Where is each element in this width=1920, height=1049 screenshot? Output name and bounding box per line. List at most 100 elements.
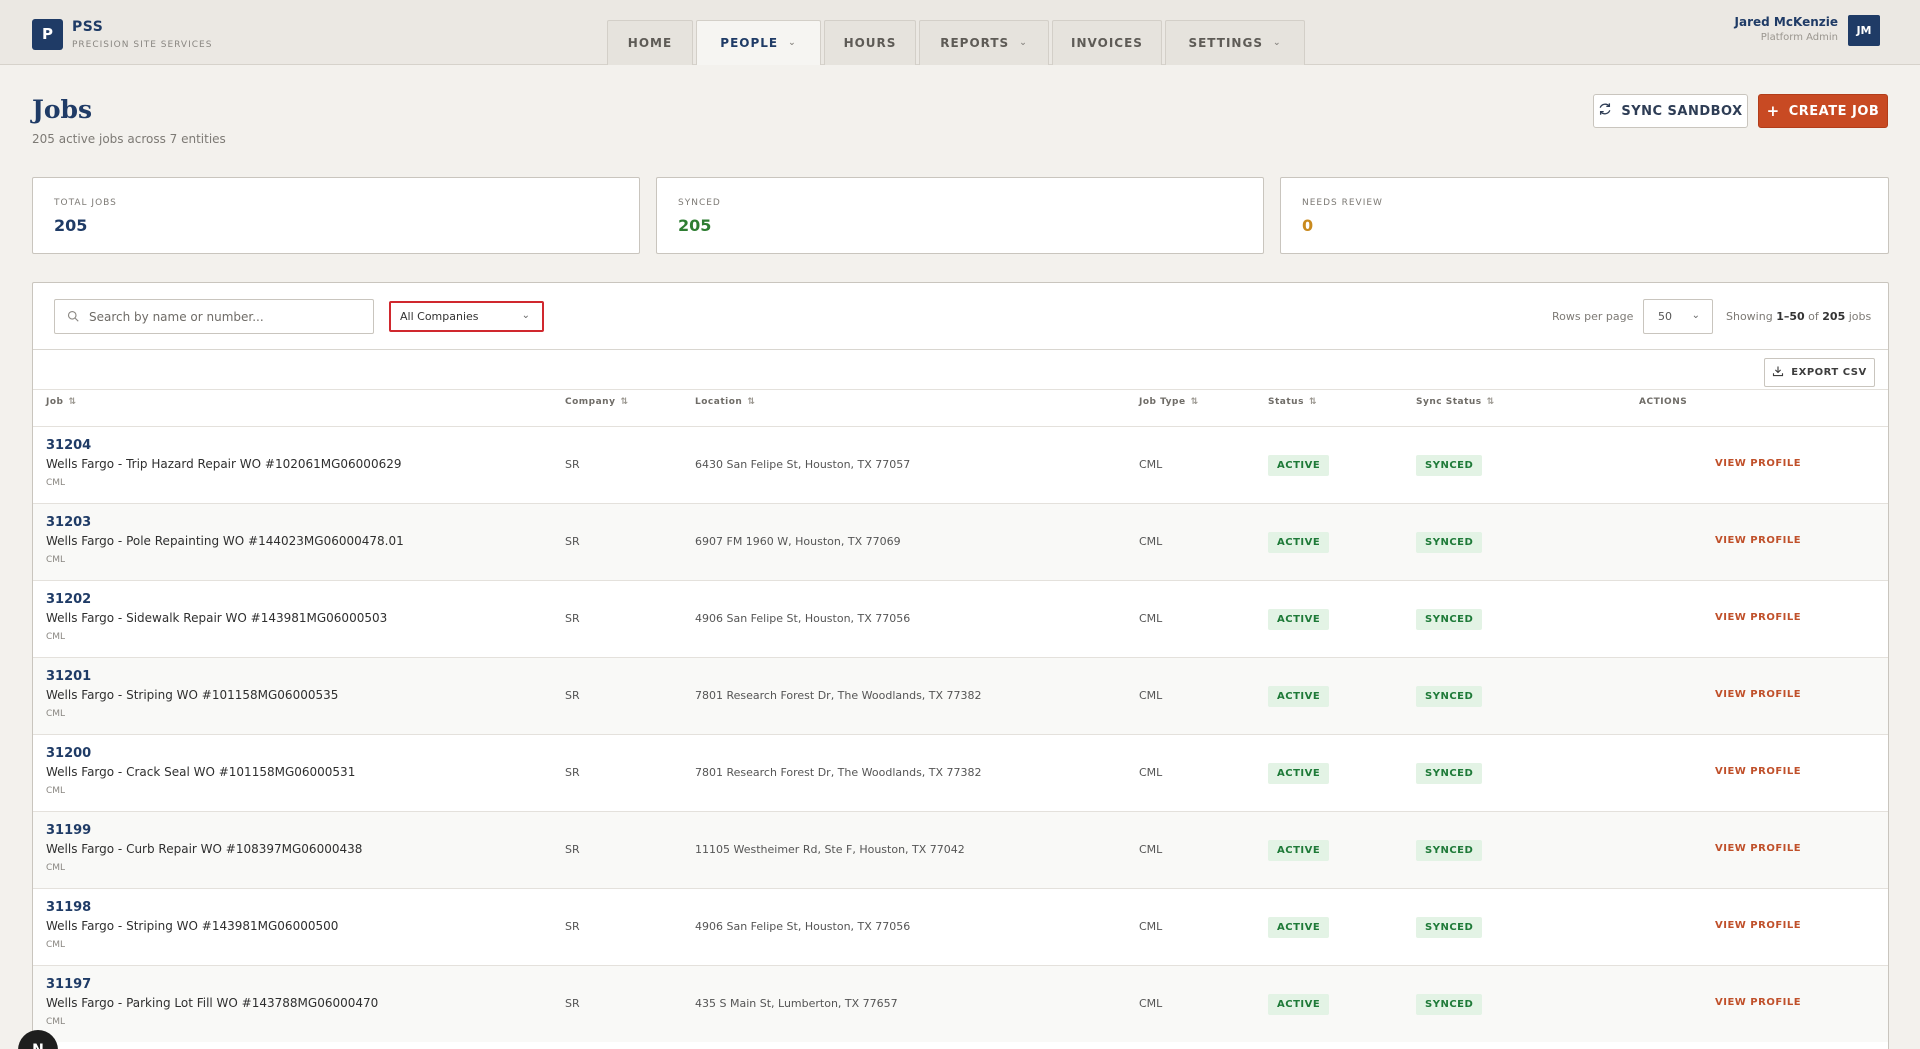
job-number[interactable]: 31199 (46, 823, 91, 838)
table-row[interactable]: 31197 Wells Fargo - Parking Lot Fill WO … (33, 965, 1888, 1042)
job-name: Wells Fargo - Pole Repainting WO #144023… (46, 534, 404, 548)
stat-card-total-jobs: TOTAL JOBS 205 (32, 177, 640, 254)
status-badge: ACTIVE (1268, 840, 1330, 861)
column-header-location[interactable]: Location ⇅ (695, 397, 755, 407)
column-header-company[interactable]: Company ⇅ (565, 397, 629, 407)
jobs-table-body: 31204 Wells Fargo - Trip Hazard Repair W… (33, 426, 1888, 1042)
column-header-label: Location (695, 397, 743, 407)
column-header-status[interactable]: Status ⇅ (1268, 397, 1317, 407)
export-csv-button[interactable]: EXPORT CSV (1764, 358, 1875, 387)
stat-value: 0 (1302, 216, 1314, 235)
job-name: Wells Fargo - Striping WO #101158MG06000… (46, 688, 339, 702)
stat-label: SYNCED (678, 198, 721, 208)
showing-range: 1–50 (1776, 310, 1805, 323)
job-number[interactable]: 31203 (46, 515, 91, 530)
job-type-cell: CML (1139, 535, 1163, 548)
job-type-cell: CML (1139, 766, 1163, 779)
nav-tab-label: INVOICES (1071, 36, 1143, 50)
job-number[interactable]: 31198 (46, 900, 91, 915)
job-name: Wells Fargo - Trip Hazard Repair WO #102… (46, 457, 402, 471)
chevron-down-icon: ⌄ (1691, 310, 1700, 321)
jobs-table-panel: All Companies ⌄ Rows per page 50 ⌄ Showi… (32, 282, 1889, 1049)
job-number[interactable]: 31202 (46, 592, 91, 607)
create-job-button[interactable]: + CREATE JOB (1758, 94, 1888, 128)
rows-per-page-value: 50 (1658, 310, 1672, 323)
view-profile-link[interactable]: VIEW PROFILE (1715, 612, 1801, 623)
pagination-summary: Showing 1–50 of 205 jobs (1726, 310, 1871, 323)
status-badge: ACTIVE (1268, 763, 1330, 784)
job-number[interactable]: 31197 (46, 977, 91, 992)
column-header-label: Company (565, 397, 616, 407)
sort-icon: ⇅ (747, 397, 756, 407)
nav-tab-home[interactable]: HOME (607, 20, 693, 65)
logo[interactable]: P (32, 19, 63, 50)
location-cell: 4906 San Felipe St, Houston, TX 77056 (695, 612, 911, 625)
table-row[interactable]: 31200 Wells Fargo - Crack Seal WO #10115… (33, 734, 1888, 811)
view-profile-link[interactable]: VIEW PROFILE (1715, 689, 1801, 700)
nav-tab-settings[interactable]: SETTINGS ⌄ (1165, 20, 1305, 65)
main-nav: HOME PEOPLE ⌄ HOURS REPORTS ⌄ INVOICES S… (607, 20, 1308, 65)
column-header-job-type[interactable]: Job Type ⇅ (1139, 397, 1199, 407)
location-cell: 6907 FM 1960 W, Houston, TX 77069 (695, 535, 901, 548)
search-input[interactable] (89, 309, 359, 324)
nav-tab-reports[interactable]: REPORTS ⌄ (919, 20, 1049, 65)
nav-tab-label: HOURS (843, 36, 897, 50)
company-cell: SR (565, 920, 580, 933)
view-profile-link[interactable]: VIEW PROFILE (1715, 997, 1801, 1008)
column-header-label: Job Type (1139, 397, 1186, 407)
location-cell: 7801 Research Forest Dr, The Woodlands, … (695, 766, 982, 779)
sort-icon: ⇅ (1486, 397, 1495, 407)
page-subtitle: 205 active jobs across 7 entities (32, 132, 226, 146)
view-profile-link[interactable]: VIEW PROFILE (1715, 766, 1801, 777)
sort-icon: ⇅ (1190, 397, 1199, 407)
table-row[interactable]: 31203 Wells Fargo - Pole Repainting WO #… (33, 503, 1888, 580)
view-profile-link[interactable]: VIEW PROFILE (1715, 920, 1801, 931)
search-icon (67, 307, 79, 326)
table-row[interactable]: 31202 Wells Fargo - Sidewalk Repair WO #… (33, 580, 1888, 657)
column-header-label: Sync Status (1416, 397, 1482, 407)
job-number[interactable]: 31201 (46, 669, 91, 684)
company-cell: SR (565, 535, 580, 548)
location-cell: 6430 San Felipe St, Houston, TX 77057 (695, 458, 911, 471)
table-row[interactable]: 31204 Wells Fargo - Trip Hazard Repair W… (33, 426, 1888, 503)
user-name[interactable]: Jared McKenzie (1735, 15, 1838, 29)
stat-value: 205 (54, 216, 88, 235)
brand-subtitle: PRECISION SITE SERVICES (72, 40, 213, 50)
avatar[interactable]: JM (1848, 15, 1880, 46)
table-row[interactable]: 31201 Wells Fargo - Striping WO #101158M… (33, 657, 1888, 734)
job-number[interactable]: 31204 (46, 438, 91, 453)
search-box[interactable] (54, 299, 374, 334)
export-csv-label: EXPORT CSV (1791, 367, 1867, 378)
job-type-cell: CML (1139, 920, 1163, 933)
nav-tab-people[interactable]: PEOPLE ⌄ (696, 20, 821, 65)
sync-sandbox-label: SYNC SANDBOX (1621, 103, 1743, 119)
job-type-tag: CML (46, 478, 66, 488)
download-icon (1772, 365, 1784, 380)
column-header-job[interactable]: Job ⇅ (46, 397, 77, 407)
table-row[interactable]: 31199 Wells Fargo - Curb Repair WO #1083… (33, 811, 1888, 888)
rows-per-page-select[interactable]: 50 ⌄ (1643, 299, 1713, 334)
sync-status-badge: SYNCED (1416, 532, 1483, 553)
nav-tab-invoices[interactable]: INVOICES (1052, 20, 1162, 65)
column-header-sync-status[interactable]: Sync Status ⇅ (1416, 397, 1495, 407)
sync-status-badge: SYNCED (1416, 917, 1483, 938)
table-row[interactable]: 31198 Wells Fargo - Striping WO #143981M… (33, 888, 1888, 965)
showing-of: of (1804, 310, 1823, 323)
company-cell: SR (565, 458, 580, 471)
chevron-down-icon: ⌄ (521, 310, 530, 321)
refresh-icon (1598, 102, 1612, 120)
company-filter-value: All Companies (400, 310, 479, 323)
company-filter-select[interactable]: All Companies ⌄ (389, 301, 544, 332)
view-profile-link[interactable]: VIEW PROFILE (1715, 843, 1801, 854)
job-name: Wells Fargo - Striping WO #143981MG06000… (46, 919, 339, 933)
nav-tab-hours[interactable]: HOURS (824, 20, 916, 65)
sort-icon: ⇅ (68, 397, 77, 407)
job-type-cell: CML (1139, 689, 1163, 702)
sync-sandbox-button[interactable]: SYNC SANDBOX (1593, 94, 1748, 128)
view-profile-link[interactable]: VIEW PROFILE (1715, 458, 1801, 469)
job-name: Wells Fargo - Crack Seal WO #101158MG060… (46, 765, 356, 779)
stat-label: TOTAL JOBS (54, 198, 117, 208)
view-profile-link[interactable]: VIEW PROFILE (1715, 535, 1801, 546)
sync-status-badge: SYNCED (1416, 686, 1483, 707)
job-number[interactable]: 31200 (46, 746, 91, 761)
